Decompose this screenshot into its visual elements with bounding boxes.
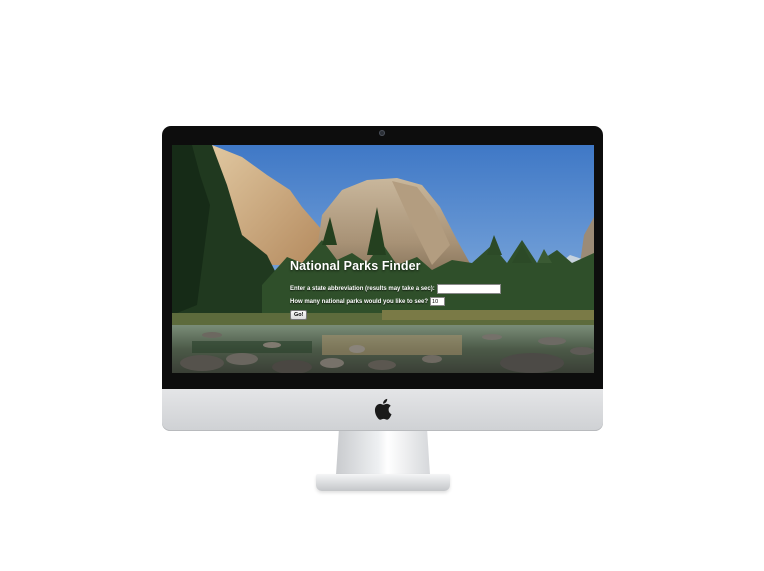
go-button[interactable]: Go!	[290, 309, 308, 320]
state-row: Enter a state abbreviation (results may …	[290, 283, 530, 294]
national-parks-app: National Parks Finder Enter a state abbr…	[290, 259, 530, 322]
state-input[interactable]	[436, 283, 501, 294]
count-label: How many national parks would you like t…	[290, 298, 429, 305]
screen: National Parks Finder Enter a state abbr…	[172, 145, 594, 373]
apple-logo-icon	[374, 398, 392, 420]
monitor-stand-foot	[316, 474, 450, 491]
monitor-stand-neck	[336, 431, 430, 475]
count-row: How many national parks would you like t…	[290, 296, 530, 307]
go-row: Go!	[290, 309, 530, 320]
count-input[interactable]	[430, 297, 446, 306]
state-label: Enter a state abbreviation (results may …	[290, 285, 435, 292]
page-title: National Parks Finder	[290, 259, 421, 273]
camera-icon	[379, 130, 385, 136]
